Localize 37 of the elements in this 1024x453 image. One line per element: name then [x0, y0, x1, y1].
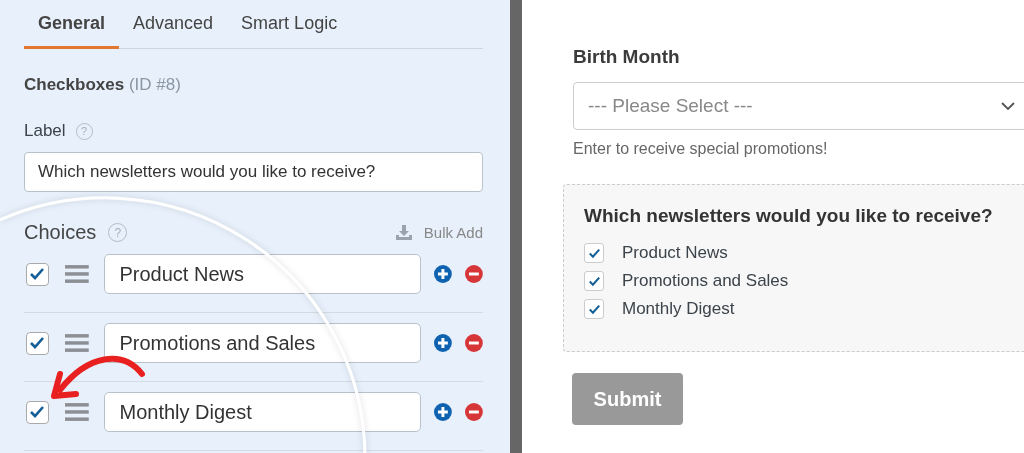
checkbox[interactable] [584, 271, 604, 291]
option-label: Promotions and Sales [622, 271, 789, 291]
add-icon[interactable] [434, 334, 453, 352]
tab[interactable]: Advanced [119, 11, 228, 49]
checkbox[interactable] [584, 243, 604, 263]
label-heading: Label [24, 121, 66, 141]
label-input[interactable]: Which newsletters would you like to receive? [24, 152, 483, 192]
drag-handle-icon[interactable] [64, 333, 89, 353]
tab[interactable]: General [24, 11, 120, 49]
field-title: Checkboxes [24, 75, 125, 94]
tab[interactable]: Smart Logic [227, 11, 352, 49]
month-select[interactable]: --- Please Select --- [573, 82, 1024, 130]
check-icon [587, 275, 601, 287]
field-id: (ID #8) [128, 75, 181, 94]
remove-icon[interactable] [465, 403, 483, 421]
checkbox[interactable] [26, 262, 49, 286]
drag-handle-icon[interactable] [64, 402, 89, 422]
add-icon[interactable] [434, 403, 453, 421]
choice-input[interactable]: Promotions and Sales [103, 323, 422, 363]
remove-icon[interactable] [465, 265, 483, 283]
checkbox[interactable] [26, 331, 49, 355]
drag-handle-icon[interactable] [64, 264, 89, 284]
choice-input[interactable]: Monthly Digest [103, 392, 422, 432]
checkbox[interactable] [26, 400, 49, 424]
add-icon[interactable] [434, 265, 453, 283]
field-label: Birth Month [573, 46, 681, 68]
chevron-down-icon [1001, 101, 1015, 111]
check-icon [587, 247, 601, 259]
option-label: Product News [622, 243, 728, 263]
checkbox[interactable] [584, 299, 604, 319]
remove-icon[interactable] [465, 334, 483, 352]
field-hint: Enter to receive special promotions! [573, 140, 829, 158]
choices-heading: Choices [24, 221, 97, 244]
option-label: Monthly Digest [622, 299, 735, 319]
check-icon [587, 303, 601, 315]
choice-input[interactable]: Product News [103, 254, 422, 294]
field-label: Which newsletters would you like to receive? [584, 205, 994, 227]
